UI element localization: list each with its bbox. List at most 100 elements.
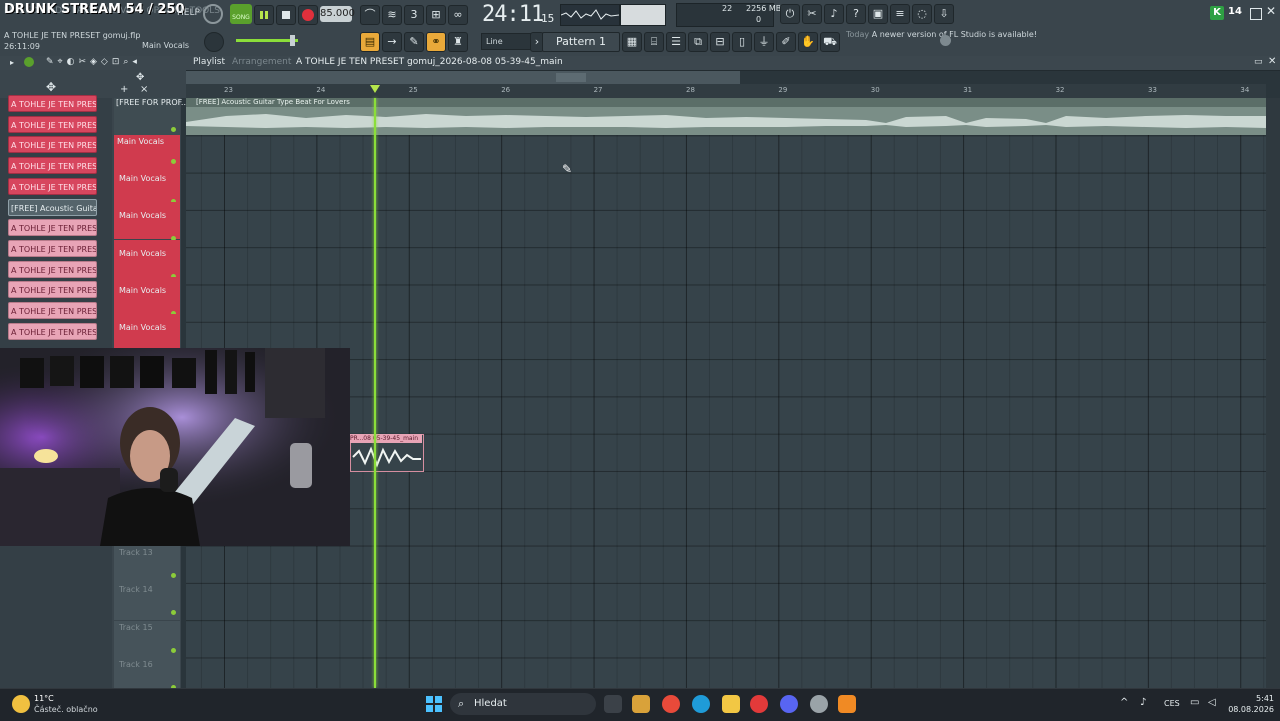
save-icon[interactable]: ▣ [868,4,888,24]
snap-select[interactable]: Line [481,33,531,50]
globe-icon[interactable] [940,35,951,46]
menu-help[interactable]: HELP [177,8,200,18]
master-volume-slider[interactable] [236,39,298,42]
playlist-close-icon[interactable]: ✕ [1268,56,1276,67]
playlist-maximize-icon[interactable]: ▭ [1254,57,1263,67]
mixer-icon[interactable]: ≡ [890,4,910,24]
pattern-item[interactable]: A TOHLE JE TEN PRESET g... [8,136,97,154]
playlist-menu-icon[interactable]: ▸ [10,58,14,67]
task-view-icon[interactable] [604,695,622,713]
pattern-selector[interactable]: Pattern 1 [542,32,620,52]
tray-volume-icon[interactable]: ◁ [1208,697,1216,708]
tempo-display[interactable]: 85.000 [320,6,355,22]
playhead-marker-icon[interactable] [370,85,380,93]
scissors-icon[interactable]: ✂ [802,4,822,24]
playlist-tools[interactable]: ✎⌖◐✂◈◇⊡⌕◂ [46,57,141,67]
pattern-item[interactable]: A TOHLE JE TEN PRESET g... [8,260,97,278]
notification-icon[interactable]: 14 [1228,6,1244,20]
stop-button[interactable] [276,5,296,25]
edge-icon[interactable] [692,695,710,713]
channel-rack-icon[interactable]: ☰ [666,32,686,52]
master-pitch-knob-icon[interactable] [204,32,224,52]
magnet-icon[interactable] [24,57,34,67]
clipboard-icon[interactable]: ▯ [732,32,752,52]
step-edit-icon[interactable]: ⊞ [426,5,446,25]
power-icon[interactable]: ⏻ [780,4,800,24]
kick-app-icon[interactable]: K [1210,6,1224,20]
track-header-guitar[interactable]: [FREE FOR PROF... [114,98,189,135]
track-header-vocals[interactable]: Main Vocals [114,202,180,242]
metronome-icon[interactable]: ⌒ [360,5,380,25]
playlist-arrangement-name[interactable]: A TOHLE JE TEN PRESET gomuj_2026-08-08 0… [296,57,563,67]
playhead[interactable] [374,98,376,688]
tray-chevron-up-icon[interactable]: ^ [1120,697,1128,708]
chat-icon[interactable]: ◌ [912,4,932,24]
track-header-vocals[interactable]: Main Vocals [114,314,180,354]
playlist-icon[interactable]: ▦ [622,32,642,52]
piano-roll-icon[interactable]: ⌸ [644,32,664,52]
help-icon[interactable]: ? [846,4,866,24]
microphone-icon[interactable]: ♪ [824,4,844,24]
store-icon[interactable] [632,695,650,713]
arrows-icon[interactable]: ✥ [136,72,144,83]
chrome-icon[interactable] [662,695,680,713]
hand-icon[interactable]: ✋ [798,32,818,52]
track-header-empty[interactable]: Track 14 [114,583,180,621]
typing-keyboard-icon[interactable]: ▤ [360,32,380,52]
pattern-item[interactable]: A TOHLE JE TEN PRESET g... [8,177,97,195]
settings-icon[interactable] [810,695,828,713]
track-mute-led[interactable] [171,159,176,164]
pattern-item[interactable]: [FREE] Acoustic Guita... [8,198,97,216]
track-mute-led[interactable] [171,647,176,653]
draw-tool-icon[interactable]: ✎ [404,32,424,52]
windows-start-icon[interactable] [426,696,442,712]
countdown-icon[interactable]: 3 [404,5,424,25]
track-header-vocals-main[interactable]: Main Vocals [114,135,180,165]
tray-date[interactable]: 08.08.2026 [1226,705,1274,714]
download-icon[interactable]: ⇩ [934,4,954,24]
pattern-item[interactable]: A TOHLE JE TEN PRESET g... [8,322,97,340]
add-track-icon[interactable]: + [120,84,128,95]
song-mode-button[interactable]: SONG [230,4,252,24]
track-header-empty[interactable]: Track 15 [114,620,180,658]
stamp-icon[interactable]: ♜ [448,32,468,52]
mixer-window-icon[interactable]: ⧉ [688,32,708,52]
pattern-item[interactable]: A TOHLE JE TEN PRESET g... [8,302,97,319]
maximize-icon[interactable] [1250,8,1262,20]
move-icon[interactable]: ✥ [46,80,56,94]
overview-scroll-thumb[interactable] [556,73,586,82]
arrangement-overview[interactable] [186,71,740,84]
pat-song-knob-icon[interactable] [203,4,223,24]
file-explorer-icon[interactable] [722,695,740,713]
track-header-vocals[interactable]: Main Vocals [114,239,180,279]
remove-track-icon[interactable]: × [140,84,148,95]
timeline-ruler[interactable] [186,84,1266,99]
loop-record-icon[interactable]: ∞ [448,5,468,25]
discord-icon[interactable] [780,695,798,713]
vertical-scrollbar[interactable] [1266,98,1280,688]
weather-temperature[interactable]: 11°C [34,694,54,703]
tray-microphone-icon[interactable]: ♪ [1140,697,1146,708]
tray-language[interactable]: CES [1164,699,1180,708]
close-icon[interactable]: ✕ [1266,4,1276,18]
pattern-item[interactable]: A TOHLE JE TEN PRESET g... [8,115,97,133]
track-mute-led[interactable] [171,610,176,616]
track-header-vocals[interactable]: Main Vocals [114,276,180,316]
browser-icon[interactable]: ⊟ [710,32,730,52]
pattern-item[interactable]: A TOHLE JE TEN PRESET g... [8,95,97,112]
pattern-item[interactable]: A TOHLE JE TEN PRESET g... [8,281,97,299]
pattern-item[interactable]: A TOHLE JE TEN PRESET g... [8,219,97,237]
arrow-right-icon[interactable]: → [382,32,402,52]
link-icon[interactable]: ⚭ [426,32,446,52]
app-red-icon[interactable] [750,695,768,713]
fl-studio-icon[interactable] [838,695,856,713]
weather-description[interactable]: Částeč. oblačno [34,705,98,714]
track-mute-led[interactable] [171,573,176,578]
record-button[interactable] [298,5,318,25]
brush-icon[interactable]: ✐ [776,32,796,52]
cart-icon[interactable]: ⛟ [820,32,840,52]
tray-time[interactable]: 5:41 [1230,694,1274,703]
track-header-vocals[interactable]: Main Vocals [114,165,180,204]
taskbar-search[interactable] [450,693,596,715]
plugin-icon[interactable]: ⏚ [754,32,774,52]
